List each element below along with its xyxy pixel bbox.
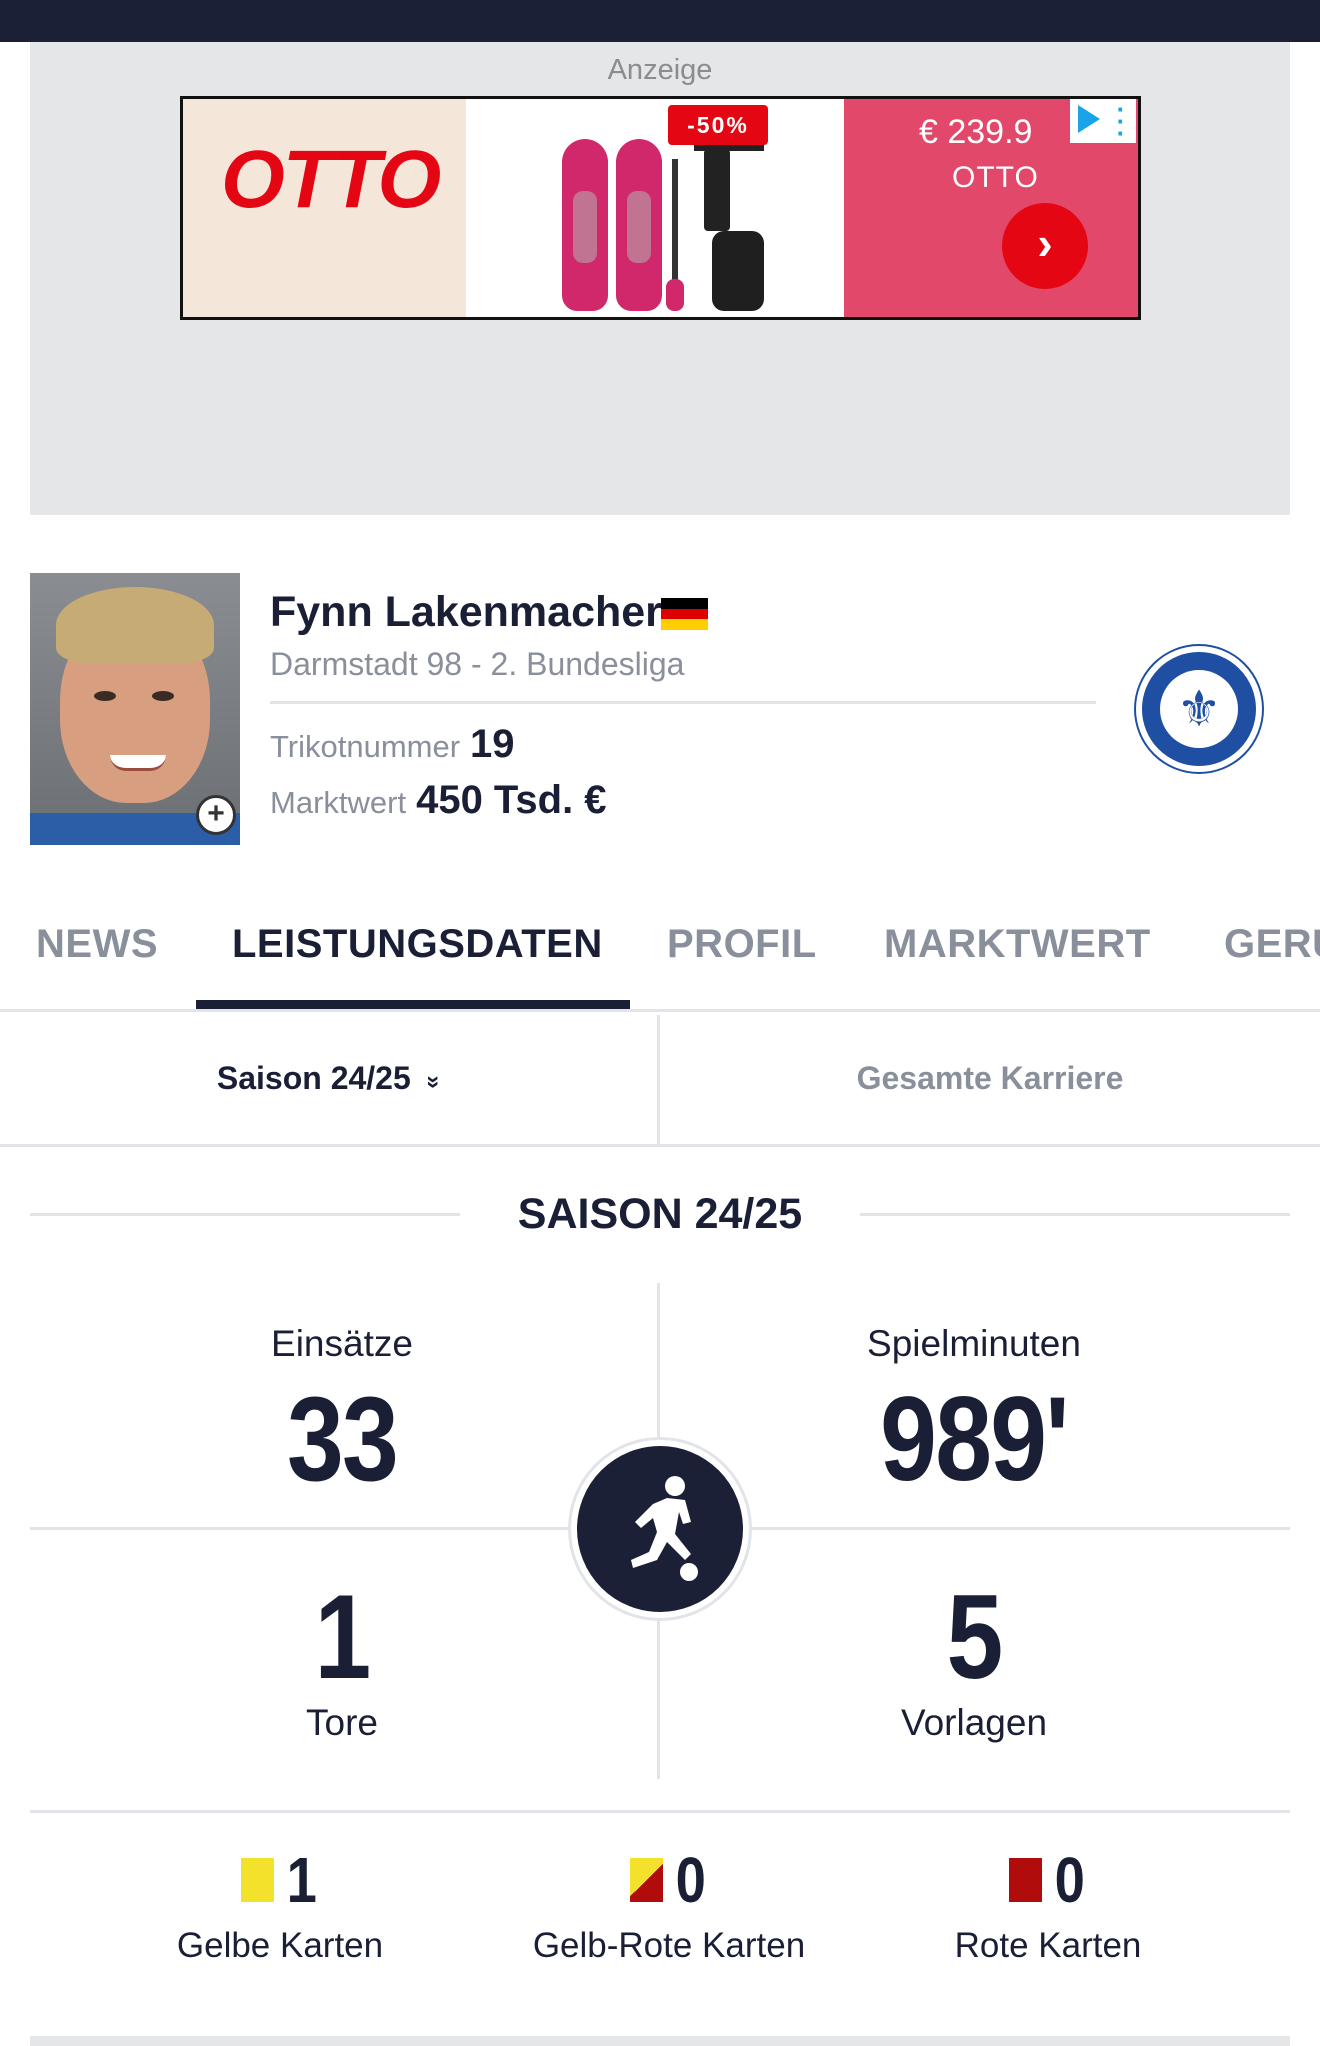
jersey-label: Trikotnummer (270, 729, 461, 764)
yellow-cards-stat: 1 Gelbe Karten (70, 1840, 490, 1966)
germany-flag-icon (661, 598, 708, 630)
divider (270, 701, 1096, 704)
yellow-card-icon (240, 1858, 274, 1902)
yellow-cards-count: 1 (286, 1844, 317, 1916)
pump-image (704, 149, 730, 231)
zoom-in-icon[interactable]: + (196, 795, 236, 835)
player-name: Fynn Lakenmacher (270, 588, 662, 636)
red-cards-stat: 0 Rote Karten (838, 1840, 1258, 1966)
minutes-value: 989' (880, 1372, 1069, 1506)
paddle-board-image (616, 139, 662, 311)
player-photo[interactable]: + (30, 573, 240, 845)
yellow-cards-label: Gelbe Karten (176, 1926, 384, 1965)
club-lily-icon: ⚜ (1160, 670, 1238, 748)
otto-logo: OTTO (221, 134, 441, 225)
tab-news[interactable]: NEWS (36, 922, 158, 967)
season-dropdown-label: Saison 24/25 (216, 1060, 411, 1096)
top-status-bar (0, 0, 1320, 42)
tab-geruechte[interactable]: GERÜ (1224, 922, 1320, 967)
tab-marktwert[interactable]: MARKTWERT (884, 922, 1151, 967)
adchoices-icon[interactable]: · · · (1070, 99, 1136, 146)
ad-cta-arrow-button[interactable]: › (1002, 203, 1088, 289)
player-club-league[interactable]: Darmstadt 98 - 2. Bundesliga (270, 646, 684, 683)
yellow-red-card-icon (629, 1858, 663, 1902)
tab-profil[interactable]: PROFIL (667, 922, 817, 967)
discount-badge: -50% (668, 105, 768, 145)
divider (30, 1810, 1290, 1813)
goals-label: Tore (306, 1702, 378, 1743)
paddle-board-image (562, 139, 608, 311)
appearances-label: Einsätze (271, 1323, 413, 1364)
player-hair (56, 587, 214, 663)
divider (860, 1213, 1290, 1216)
jersey-number-row: Trikotnummer 19 (270, 722, 515, 767)
tab-leistungsdaten[interactable]: LEISTUNGSDATEN (232, 922, 603, 967)
market-value-label: Marktwert (270, 785, 407, 820)
divider (30, 1213, 460, 1216)
season-filter-bar: Saison 24/25 » Gesamte Karriere (0, 1015, 1320, 1147)
yellow-red-cards-count: 0 (675, 1844, 706, 1916)
minutes-label: Spielminuten (867, 1323, 1081, 1364)
ad-banner[interactable]: OTTO -50% € 239.9 OTTO › · · · (180, 96, 1141, 320)
season-dropdown[interactable]: Saison 24/25 » (0, 1060, 657, 1097)
club-logo[interactable]: ⚜ (1136, 646, 1262, 772)
next-section-edge (30, 2036, 1290, 2046)
market-value: 450 Tsd. € (416, 778, 607, 822)
appearances-value: 33 (286, 1372, 399, 1506)
ad-brand: OTTO (952, 161, 1039, 194)
red-card-icon (1008, 1858, 1042, 1902)
stats-section-title: SAISON 24/25 (517, 1190, 803, 1238)
yellow-red-cards-label: Gelb-Rote Karten (532, 1926, 806, 1965)
active-tab-indicator (196, 1000, 630, 1009)
paddle-blade-image (666, 279, 684, 311)
footballer-badge (571, 1440, 749, 1618)
ad-cta-panel[interactable]: € 239.9 OTTO › · · · (844, 99, 1138, 317)
career-toggle[interactable]: Gesamte Karriere (660, 1060, 1320, 1097)
red-cards-count: 0 (1054, 1844, 1085, 1916)
assists-label: Vorlagen (900, 1702, 1048, 1743)
yellow-red-cards-stat: 0 Gelb-Rote Karten (459, 1840, 879, 1966)
tab-bar: NEWS LEISTUNGSDATEN PROFIL MARKTWERT GER… (0, 900, 1320, 1012)
backpack-image (712, 231, 764, 311)
paddle-image (672, 159, 678, 289)
footballer-icon (631, 1476, 698, 1581)
ad-product-image[interactable] (466, 99, 844, 317)
goals-value: 1 (314, 1570, 371, 1704)
market-value-row: Marktwert 450 Tsd. € (270, 778, 607, 823)
assists-value: 5 (946, 1570, 1003, 1704)
ad-label: Anzeige (607, 54, 713, 86)
chevron-down-icon: » (420, 1075, 448, 1089)
ad-price: € 239.9 (919, 113, 1033, 151)
ad-container: Anzeige OTTO -50% € 239.9 OTTO › · · · (30, 42, 1290, 515)
ad-options-icon[interactable]: · · · (1114, 99, 1128, 146)
ad-logo-panel[interactable]: OTTO (183, 99, 466, 317)
red-cards-label: Rote Karten (954, 1926, 1142, 1965)
adchoices-play-icon (1078, 105, 1100, 133)
jersey-number: 19 (470, 722, 515, 766)
